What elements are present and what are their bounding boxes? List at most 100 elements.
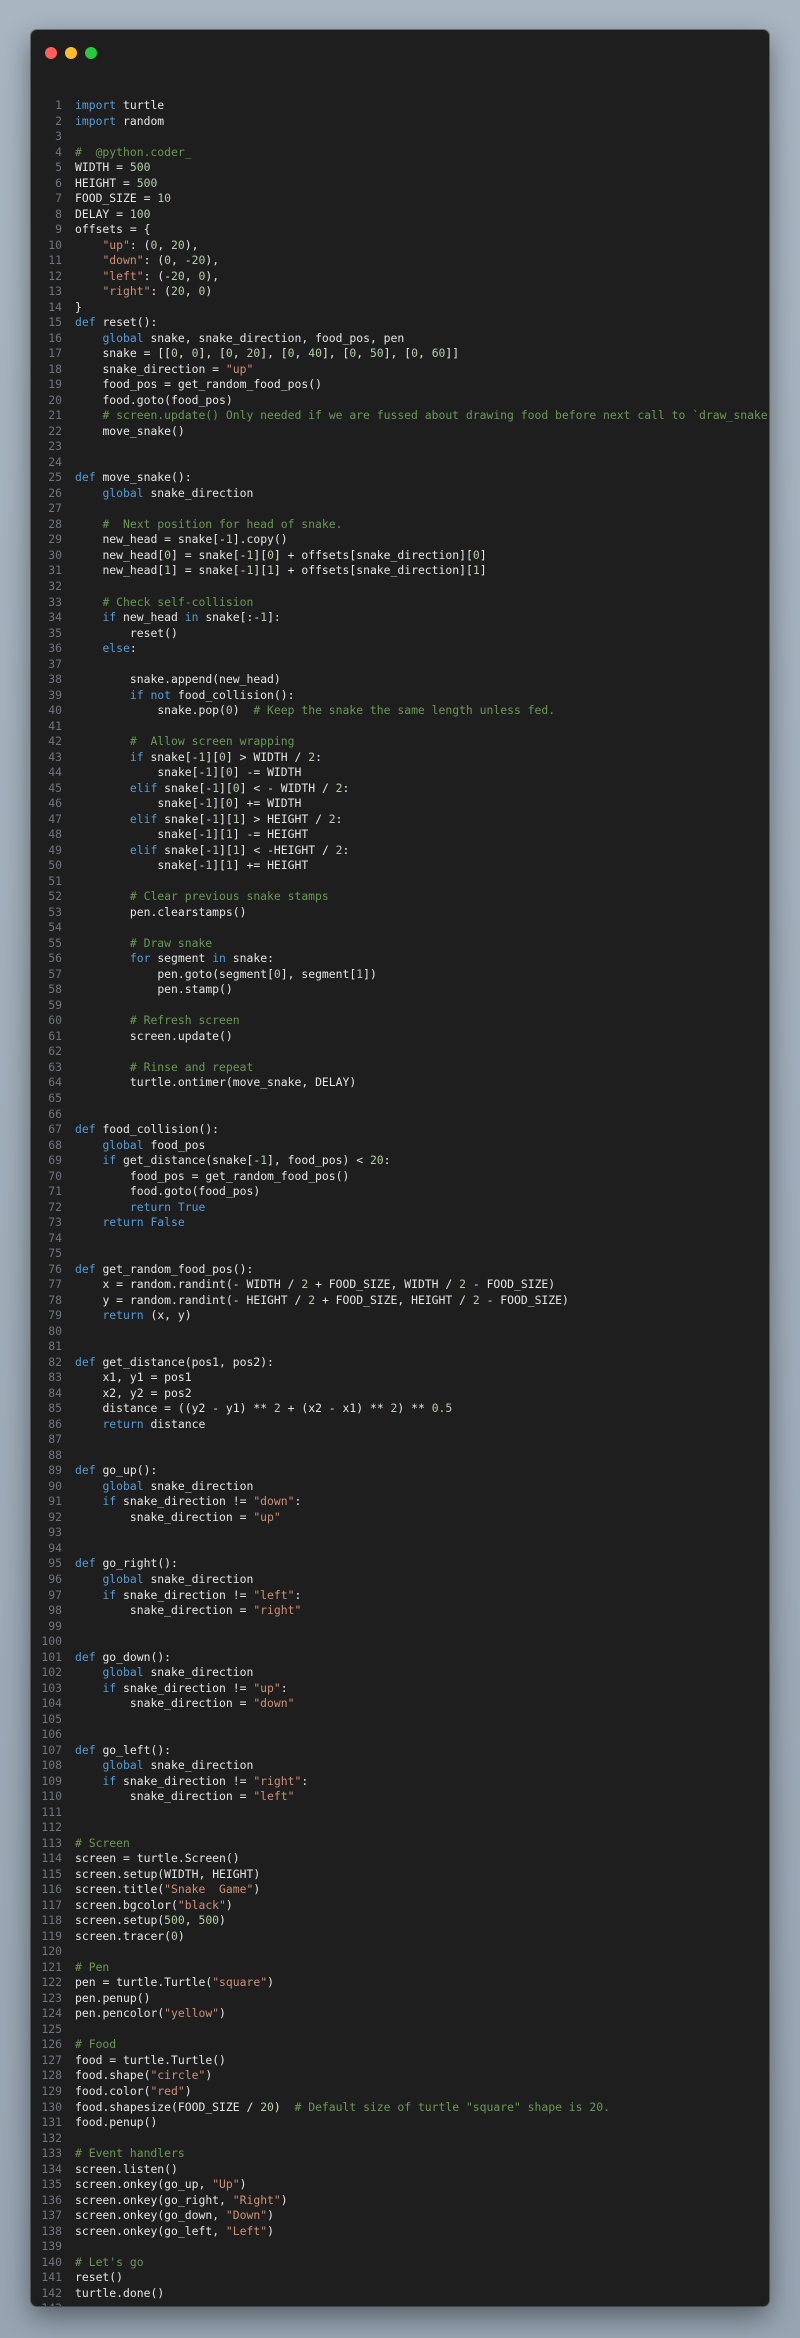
code-line[interactable]: 72 return True	[31, 1200, 769, 1216]
code-line[interactable]: 6 HEIGHT = 500	[31, 176, 769, 192]
code-line[interactable]: 12 "left": (-20, 0),	[31, 269, 769, 285]
code-line[interactable]: 66	[31, 1107, 769, 1123]
code-line[interactable]: 104 snake_direction = "down"	[31, 1696, 769, 1712]
code-line[interactable]: 80	[31, 1324, 769, 1340]
code-line[interactable]: 101 def go_down():	[31, 1650, 769, 1666]
code-line[interactable]: 34 if new_head in snake[:-1]:	[31, 610, 769, 626]
code-line[interactable]: 117 screen.bgcolor("black")	[31, 1898, 769, 1914]
code-line[interactable]: 15 def reset():	[31, 315, 769, 331]
code-line[interactable]: 53 pen.clearstamps()	[31, 905, 769, 921]
code-line[interactable]: 114 screen = turtle.Screen()	[31, 1851, 769, 1867]
code-line[interactable]: 129 food.color("red")	[31, 2084, 769, 2100]
code-line[interactable]: 69 if get_distance(snake[-1], food_pos) …	[31, 1153, 769, 1169]
code-line[interactable]: 21 # screen.update() Only needed if we a…	[31, 408, 769, 424]
minimize-icon[interactable]	[65, 47, 77, 59]
code-line[interactable]: 39 if not food_collision():	[31, 688, 769, 704]
code-line[interactable]: 76 def get_random_food_pos():	[31, 1262, 769, 1278]
code-line[interactable]: 77 x = random.randint(- WIDTH / 2 + FOOD…	[31, 1277, 769, 1293]
code-line[interactable]: 142 turtle.done()	[31, 2286, 769, 2302]
code-line[interactable]: 9 offsets = {	[31, 222, 769, 238]
code-line[interactable]: 137 screen.onkey(go_down, "Down")	[31, 2208, 769, 2224]
maximize-icon[interactable]	[85, 47, 97, 59]
code-line[interactable]: 46 snake[-1][0] += WIDTH	[31, 796, 769, 812]
code-line[interactable]: 111	[31, 1805, 769, 1821]
code-line[interactable]: 93	[31, 1525, 769, 1541]
code-line[interactable]: 113 # Screen	[31, 1836, 769, 1852]
code-line[interactable]: 98 snake_direction = "right"	[31, 1603, 769, 1619]
code-line[interactable]: 31 new_head[1] = snake[-1][1] + offsets[…	[31, 563, 769, 579]
code-line[interactable]: 139	[31, 2239, 769, 2255]
code-line[interactable]: 91 if snake_direction != "down":	[31, 1494, 769, 1510]
code-line[interactable]: 33 # Check self-collision	[31, 595, 769, 611]
close-icon[interactable]	[45, 47, 57, 59]
code-line[interactable]: 75	[31, 1246, 769, 1262]
code-line[interactable]: 99	[31, 1619, 769, 1635]
code-line[interactable]: 22 move_snake()	[31, 424, 769, 440]
code-line[interactable]: 115 screen.setup(WIDTH, HEIGHT)	[31, 1867, 769, 1883]
code-line[interactable]: 71 food.goto(food_pos)	[31, 1184, 769, 1200]
code-line[interactable]: 62	[31, 1044, 769, 1060]
code-line[interactable]: 50 snake[-1][1] += HEIGHT	[31, 858, 769, 874]
code-line[interactable]: 48 snake[-1][1] -= HEIGHT	[31, 827, 769, 843]
code-line[interactable]: 25 def move_snake():	[31, 470, 769, 486]
code-line[interactable]: 121 # Pen	[31, 1960, 769, 1976]
code-line[interactable]: 11 "down": (0, -20),	[31, 253, 769, 269]
code-line[interactable]: 107 def go_left():	[31, 1743, 769, 1759]
code-line[interactable]: 136 screen.onkey(go_right, "Right")	[31, 2193, 769, 2209]
code-line[interactable]: 55 # Draw snake	[31, 936, 769, 952]
code-line[interactable]: 70 food_pos = get_random_food_pos()	[31, 1169, 769, 1185]
code-line[interactable]: 64 turtle.ontimer(move_snake, DELAY)	[31, 1075, 769, 1091]
code-line[interactable]: 19 food_pos = get_random_food_pos()	[31, 377, 769, 393]
code-line[interactable]: 14}	[31, 300, 769, 316]
code-line[interactable]: 105	[31, 1712, 769, 1728]
code-line[interactable]: 58 pen.stamp()	[31, 982, 769, 998]
code-line[interactable]: 32	[31, 579, 769, 595]
code-line[interactable]: 110 snake_direction = "left"	[31, 1789, 769, 1805]
code-line[interactable]: 16 global snake, snake_direction, food_p…	[31, 331, 769, 347]
code-line[interactable]: 143	[31, 2301, 769, 2306]
code-line[interactable]: 86 return distance	[31, 1417, 769, 1433]
code-line[interactable]: 28 # Next position for head of snake.	[31, 517, 769, 533]
code-line[interactable]: 73 return False	[31, 1215, 769, 1231]
code-line[interactable]: 94	[31, 1541, 769, 1557]
code-line[interactable]: 2 import random	[31, 114, 769, 130]
code-line[interactable]: 23	[31, 439, 769, 455]
code-line[interactable]: 132	[31, 2131, 769, 2147]
code-line[interactable]: 56 for segment in snake:	[31, 951, 769, 967]
code-line[interactable]: 44 snake[-1][0] -= WIDTH	[31, 765, 769, 781]
code-line[interactable]: 51	[31, 874, 769, 890]
code-line[interactable]: 141 reset()	[31, 2270, 769, 2286]
code-line[interactable]: 92 snake_direction = "up"	[31, 1510, 769, 1526]
code-line[interactable]: 125	[31, 2022, 769, 2038]
code-line[interactable]: 103 if snake_direction != "up":	[31, 1681, 769, 1697]
code-line[interactable]: 109 if snake_direction != "right":	[31, 1774, 769, 1790]
code-line[interactable]: 140 # Let's go	[31, 2255, 769, 2271]
code-line[interactable]: 5 WIDTH = 500	[31, 160, 769, 176]
code-line[interactable]: 54	[31, 920, 769, 936]
code-line[interactable]: 83 x1, y1 = pos1	[31, 1370, 769, 1386]
code-line[interactable]: 131 food.penup()	[31, 2115, 769, 2131]
code-editor[interactable]: 1 import turtle 2 import random 3 4 # @python.…	[31, 98, 769, 2306]
code-line[interactable]: 20 food.goto(food_pos)	[31, 393, 769, 409]
code-line[interactable]: 79 return (x, y)	[31, 1308, 769, 1324]
code-line[interactable]: 78 y = random.randint(- HEIGHT / 2 + FOO…	[31, 1293, 769, 1309]
code-line[interactable]: 112	[31, 1820, 769, 1836]
code-line[interactable]: 82 def get_distance(pos1, pos2):	[31, 1355, 769, 1371]
code-line[interactable]: 43 if snake[-1][0] > WIDTH / 2:	[31, 750, 769, 766]
code-line[interactable]: 61 screen.update()	[31, 1029, 769, 1045]
code-line[interactable]: 24	[31, 455, 769, 471]
code-line[interactable]: 95 def go_right():	[31, 1556, 769, 1572]
code-line[interactable]: 123 pen.penup()	[31, 1991, 769, 2007]
code-line[interactable]: 13 "right": (20, 0)	[31, 284, 769, 300]
code-line[interactable]: 100	[31, 1634, 769, 1650]
code-line[interactable]: 35 reset()	[31, 626, 769, 642]
code-line[interactable]: 52 # Clear previous snake stamps	[31, 889, 769, 905]
code-line[interactable]: 10 "up": (0, 20),	[31, 238, 769, 254]
code-line[interactable]: 138 screen.onkey(go_left, "Left")	[31, 2224, 769, 2240]
code-line[interactable]: 7 FOOD_SIZE = 10	[31, 191, 769, 207]
code-line[interactable]: 1 import turtle	[31, 98, 769, 114]
code-line[interactable]: 81	[31, 1339, 769, 1355]
code-line[interactable]: 40 snake.pop(0) # Keep the snake the sam…	[31, 703, 769, 719]
code-line[interactable]: 118 screen.setup(500, 500)	[31, 1913, 769, 1929]
code-line[interactable]: 122 pen = turtle.Turtle("square")	[31, 1975, 769, 1991]
